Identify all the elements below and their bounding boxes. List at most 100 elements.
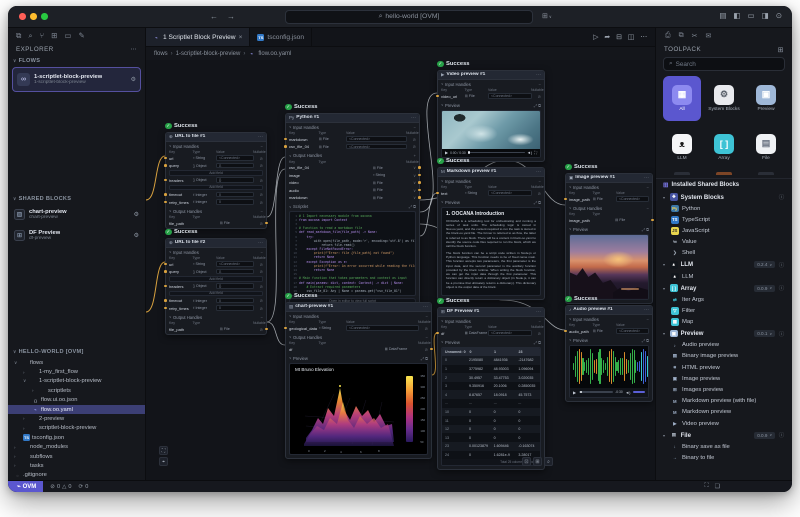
block-item[interactable]: M Markdown preview (656, 407, 792, 418)
handle-value-input[interactable]: <Connected> (346, 325, 419, 331)
chevron-down-icon[interactable]: ▾ (663, 331, 667, 336)
sidebar-right-icon[interactable]: ◨ (762, 11, 769, 20)
chevron-down-icon[interactable]: ▾ (663, 433, 667, 438)
handle-value-input[interactable]: <Connected> (216, 261, 254, 267)
info-icon[interactable]: ⓘ (778, 431, 785, 439)
nullable-toggle[interactable]: ⊘ (255, 269, 263, 274)
shared-block-item[interactable]: ⊞ DF Preview df-preview ⚙ (8, 225, 145, 246)
input-handle-row[interactable]: geological_data ≡String <Connected> ⊘ (289, 325, 428, 331)
caret-icon[interactable]: ∨ (289, 335, 291, 339)
gear-icon[interactable]: ⚙ (134, 232, 139, 239)
block-item[interactable]: ⌗ HTML preview (656, 362, 792, 373)
block-item[interactable]: M Markdown preview (with file) (656, 396, 792, 407)
chevron-down-icon[interactable]: ▾ (663, 286, 667, 291)
block-item[interactable]: ▤ Binary image preview (656, 351, 792, 362)
audio-controls[interactable]: ▶ -0:30 ◄) (570, 388, 648, 397)
expand-icon[interactable]: ⤢ ⧉ (534, 103, 541, 108)
handle-value-input[interactable]: <Connected> (488, 93, 532, 99)
caret-icon[interactable]: ∨ (169, 250, 171, 254)
block-item[interactable]: ᴥ LLM (656, 271, 792, 282)
nullable-toggle[interactable]: ⊘ (255, 192, 263, 197)
fit-view-icon[interactable]: ⛶ (159, 446, 168, 455)
block-item[interactable]: ≔ Value (656, 237, 792, 248)
handle-value-input[interactable]: {} (216, 269, 254, 275)
block-item[interactable]: ▽ Filter (656, 305, 792, 316)
block-group-row[interactable]: ▾ ᴥ LLM 0.2.4∨ ⓘ (656, 259, 792, 271)
expand-icon[interactable]: ⛶ (704, 483, 708, 490)
flow-item-scriptlet-block-preview[interactable]: ∞ 1-scriptlet-block-preview 1-scriptlet-… (12, 67, 141, 92)
handle-value-input[interactable]: 0 (216, 298, 254, 304)
handle-value-input[interactable]: <Connected> (488, 190, 532, 196)
nullable-toggle[interactable]: ⊘ (255, 284, 263, 289)
new-block-icon[interactable]: ⊞ (778, 46, 784, 54)
delete-icon[interactable]: ⊟ (616, 33, 622, 41)
code-editor[interactable]: 1 # 1 Import necessary module from oocan… (289, 211, 416, 296)
toolpack-search-input[interactable]: ⌕ Search (663, 57, 785, 71)
seek-bar[interactable] (579, 391, 613, 392)
edit-icon[interactable]: ✎ (78, 31, 84, 40)
nullable-toggle[interactable]: ⊘ (255, 221, 263, 226)
collapse-icon[interactable]: + (414, 153, 416, 158)
collapse-icon[interactable]: − (261, 209, 263, 214)
nullable-toggle[interactable]: ⊘ (255, 178, 263, 183)
breadcrumb-item[interactable]: flows (154, 51, 168, 57)
files-icon[interactable]: ⧉ (16, 31, 21, 41)
flow-canvas[interactable]: ✓Success ⊕URL to file #1⋯ ∨Input Handles… (146, 60, 655, 480)
panel-bottom-icon[interactable]: ▭ (748, 11, 755, 20)
close-tab-icon[interactable]: × (239, 34, 243, 41)
camera-icon[interactable]: ⎙ (665, 32, 671, 40)
inbox-icon[interactable]: ✉ (705, 32, 711, 40)
command-center-search[interactable]: ⌕ hello-world [OVM] (285, 10, 533, 24)
toolpack-category[interactable]: ▤ File (747, 125, 785, 170)
input-handle-row[interactable]: headers {}Object {} ⊘ (169, 177, 263, 183)
expand-icon[interactable]: ⤢ ⧉ (642, 338, 649, 343)
add-field-button[interactable]: Add field (169, 170, 263, 176)
file-tree-row[interactable]: ∨ 1-scriptlet-block-preview (8, 377, 145, 386)
expand-icon[interactable]: ⤢ ⧉ (421, 356, 428, 361)
settings-icon[interactable]: ⊙ (776, 11, 782, 20)
custom-layout-icon[interactable]: ▤ (719, 11, 726, 20)
collapse-icon[interactable]: − (647, 317, 649, 322)
collapse-icon[interactable]: − (539, 82, 541, 87)
toolpack-category[interactable]: ▦ All (663, 76, 701, 121)
shared-block-item[interactable]: ▨ chart-preview chart-preview ⚙ (8, 204, 145, 225)
node-video-preview-1[interactable]: ✓Success ▶Video preview #1⋯ ∨Input Handl… (437, 60, 545, 162)
handle-value-input[interactable]: <Connected> (346, 144, 407, 150)
feedback-icon[interactable]: ❏ (715, 483, 720, 490)
breadcrumb-item[interactable]: flow.oo.yaml (258, 51, 291, 57)
nullable-toggle[interactable]: ⊘ (533, 331, 541, 336)
caret-icon[interactable]: ∨ (169, 209, 171, 213)
chevron-down-icon[interactable]: ▾ (663, 195, 667, 200)
file-tree-row[interactable]: {} flow.ui.oo.json (8, 396, 145, 405)
version-select[interactable]: 0.0.1∨ (754, 330, 775, 337)
expand-icon[interactable]: ⤢ ⧉ (534, 200, 541, 205)
installed-blocks-list[interactable]: ▾ ❖ System Blocks ∨ ⓘ Py Python (656, 191, 792, 480)
chevron-down-icon[interactable]: ∨ (408, 188, 416, 193)
version-select[interactable]: 0.0.9∨ (754, 432, 775, 439)
breadcrumb[interactable]: flows › 1-scriptlet-block-preview › ⌁ fl… (146, 47, 655, 60)
input-handle-row[interactable]: query {}Object {} ⊘ (169, 269, 263, 275)
node-chart-preview-1[interactable]: ✓Success ▨chart-preview #1⋯ ∨Input Handl… (285, 292, 432, 459)
chevron-down-icon[interactable]: ∨ (13, 349, 17, 355)
run-icon[interactable]: ▷ (593, 33, 598, 41)
minimize-window-button[interactable] (30, 13, 37, 20)
add-field-button[interactable]: Add field (169, 185, 263, 191)
output-handle-row[interactable]: markdown ▤File ∨ (289, 195, 416, 201)
input-handle-row[interactable]: timeout #Integer 0 ⊘ (169, 192, 263, 198)
node-header[interactable]: ▣Image preview #1⋯ (566, 174, 652, 183)
node-more-icon[interactable]: ⋯ (536, 72, 541, 78)
block-group-row[interactable]: ▾ ❖ System Blocks ∨ ⓘ (656, 191, 792, 203)
nullable-toggle[interactable]: ⊘ (533, 191, 541, 196)
input-handle-row[interactable]: timeout #Integer 0 ⊘ (169, 298, 263, 304)
block-item[interactable]: Py Python (656, 203, 792, 214)
locate-icon[interactable]: ⌖ (159, 457, 168, 466)
zoom-icon[interactable]: ⌕ (544, 457, 553, 466)
collapse-icon[interactable]: − (261, 315, 263, 320)
file-tree-row[interactable]: ⌁ flow.oo.yaml (8, 405, 145, 414)
nullable-toggle[interactable]: ⊘ (255, 163, 263, 168)
node-header[interactable]: ⊕URL to file #2⋯ (166, 239, 266, 248)
caret-icon[interactable]: ∨ (289, 125, 291, 129)
block-item[interactable]: ❯ Shell (656, 248, 792, 259)
node-more-icon[interactable]: ⋯ (536, 309, 541, 315)
nullable-toggle[interactable]: ⊘ (255, 200, 263, 205)
